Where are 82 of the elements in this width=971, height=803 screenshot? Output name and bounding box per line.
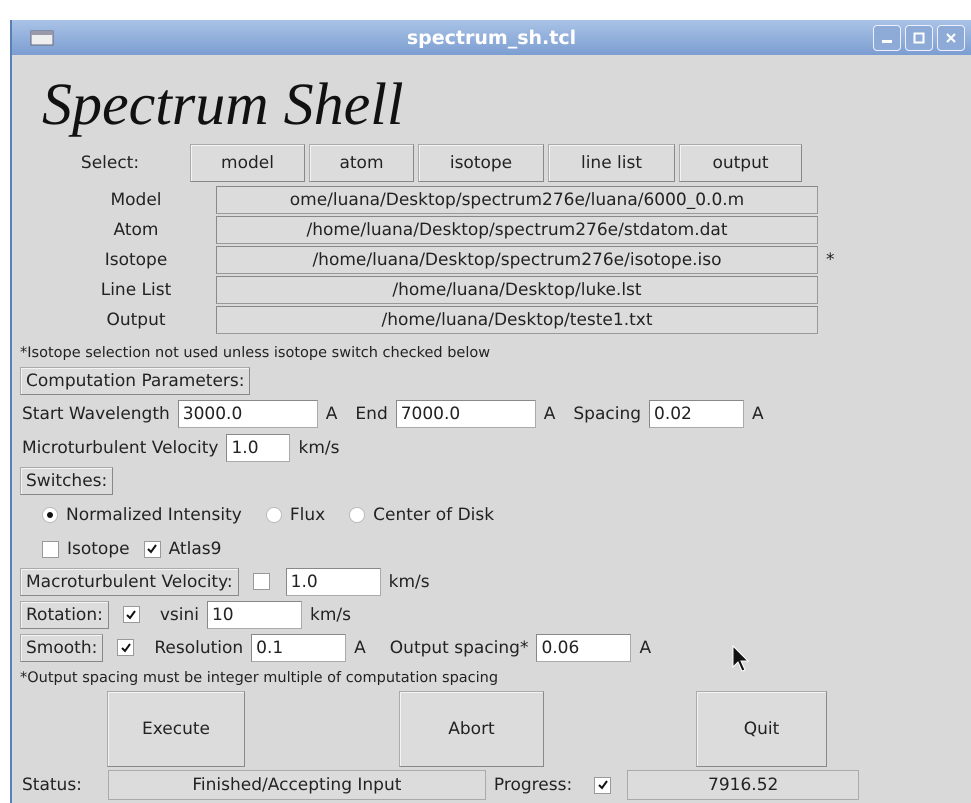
- radio-button[interactable]: [42, 507, 58, 523]
- select-button[interactable]: line list: [548, 144, 675, 182]
- maximize-icon: [913, 32, 925, 44]
- select-button[interactable]: model: [190, 144, 305, 182]
- unit-label: A: [326, 404, 338, 424]
- radio-button[interactable]: [349, 507, 366, 523]
- isotope-note: *Isotope selection not used unless isotope switch checked below: [20, 344, 492, 363]
- file-path-field: ome/luana/Desktop/spectrum276e/luana/6000_0.0.m: [216, 186, 818, 214]
- option-button[interactable]: Macroturbulent Velocity:: [20, 568, 239, 596]
- radio-label: Center of Disk: [373, 505, 494, 525]
- check-icon: [596, 779, 609, 791]
- select-button[interactable]: isotope: [418, 144, 544, 182]
- file-path-field: /home/luana/Desktop/luke.lst: [216, 276, 818, 304]
- option-field[interactable]: 1.0: [286, 568, 381, 596]
- radio-label: Normalized Intensity: [66, 505, 242, 525]
- minimize-button[interactable]: [873, 24, 901, 50]
- file-label: Model: [109, 190, 163, 210]
- option-button[interactable]: Smooth:: [20, 634, 104, 662]
- option-field[interactable]: 0.1: [251, 634, 346, 662]
- progress-field: 7916.52: [627, 770, 860, 800]
- parameter-label: Start Wavelength: [22, 404, 170, 424]
- select-button[interactable]: atom: [309, 144, 414, 182]
- status-label: Status:: [22, 775, 82, 795]
- unit-label: km/s: [310, 604, 351, 624]
- checkbox[interactable]: [42, 540, 59, 558]
- select-label: Select:: [80, 153, 140, 173]
- minimize-icon: [882, 40, 892, 43]
- window-menu-icon[interactable]: [30, 30, 54, 46]
- unit-label: A: [354, 638, 366, 658]
- parameter-field[interactable]: 0.02: [649, 400, 744, 428]
- checkbox[interactable]: [144, 540, 161, 558]
- checkbox[interactable]: [252, 573, 270, 590]
- unit-label: A: [752, 404, 764, 424]
- file-path-field: /home/luana/Desktop/spectrum276e/isotope.iso: [216, 246, 818, 274]
- option-label: Output spacing*: [390, 638, 528, 658]
- unit-label: A: [544, 404, 556, 424]
- file-label: Output: [105, 310, 167, 330]
- close-icon: [945, 32, 957, 44]
- parameter-label: Spacing: [573, 404, 642, 424]
- checkbox-label: Atlas9: [168, 539, 222, 559]
- maximize-button[interactable]: [905, 24, 933, 50]
- parameter-label: End: [355, 404, 388, 424]
- checkbox[interactable]: [594, 776, 612, 794]
- parameter-field[interactable]: 3000.0: [178, 400, 318, 428]
- option-field[interactable]: 0.06: [536, 634, 632, 662]
- radio-button[interactable]: [266, 507, 282, 523]
- checkbox[interactable]: [122, 606, 140, 623]
- unit-label: A: [639, 638, 652, 658]
- checkbox-label: Isotope: [67, 539, 130, 559]
- action-button[interactable]: Execute: [107, 691, 245, 767]
- option-button[interactable]: Rotation:: [20, 600, 109, 628]
- file-label: Atom: [112, 220, 160, 240]
- option-label: Resolution: [154, 638, 244, 658]
- option-field[interactable]: 10: [206, 600, 302, 628]
- file-path-field: /home/luana/Desktop/spectrum276e/stdatom.dat: [216, 216, 818, 244]
- check-icon: [125, 608, 138, 620]
- option-label: vsini: [160, 604, 199, 624]
- parameter-label: Microturbulent Velocity: [22, 438, 218, 458]
- close-button[interactable]: [937, 24, 965, 50]
- file-path-field: /home/luana/Desktop/teste1.txt: [216, 306, 818, 334]
- parameter-field[interactable]: 1.0: [226, 434, 290, 462]
- action-button[interactable]: Quit: [696, 691, 827, 767]
- file-label: Isotope: [104, 250, 168, 270]
- check-icon: [120, 642, 132, 654]
- unit-label: km/s: [388, 572, 430, 592]
- parameter-field[interactable]: 7000.0: [396, 400, 536, 428]
- spacing-note: *Output spacing must be integer multiple of computation spacing: [20, 669, 500, 688]
- checkbox[interactable]: [117, 639, 134, 656]
- check-icon: [146, 543, 158, 555]
- select-button[interactable]: output: [679, 144, 802, 182]
- section-button[interactable]: Switches:: [20, 467, 114, 495]
- file-label: Line List: [100, 280, 172, 300]
- window-title: spectrum_sh.tcl: [406, 26, 578, 48]
- status-field: Finished/Accepting Input: [108, 770, 486, 800]
- progress-label: Progress:: [494, 775, 572, 795]
- unit-label: km/s: [298, 438, 340, 458]
- app-title: Spectrum Shell: [42, 70, 405, 139]
- radio-dot-icon: [47, 512, 53, 518]
- action-button[interactable]: Abort: [399, 691, 544, 767]
- radio-label: Flux: [290, 505, 326, 525]
- asterisk-marker: *: [826, 250, 834, 270]
- section-button[interactable]: Computation Parameters:: [20, 367, 250, 395]
